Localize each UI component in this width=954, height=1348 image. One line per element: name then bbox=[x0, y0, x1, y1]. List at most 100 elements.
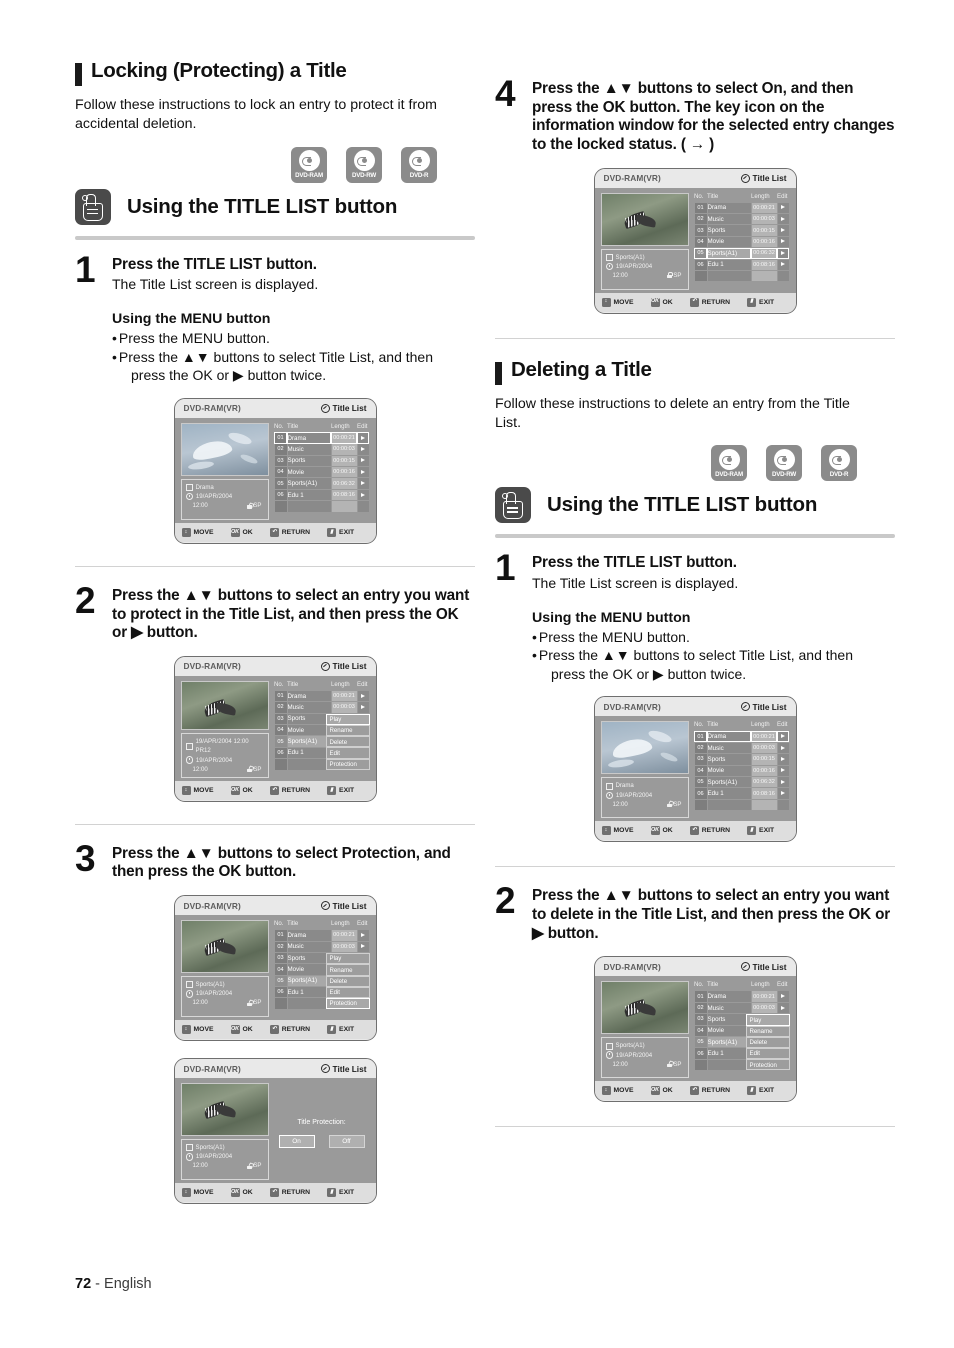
info-mode: SP bbox=[253, 1162, 262, 1170]
popup-item-play[interactable]: Play bbox=[325, 713, 370, 726]
protection-on-button[interactable]: On bbox=[278, 1135, 315, 1149]
popup-item-edit[interactable]: Edit bbox=[325, 986, 370, 998]
lock-icon bbox=[666, 272, 674, 279]
table-row[interactable]: 01 Drama 00:00:21 bbox=[273, 929, 370, 942]
osd-move-hint: ↕ MOVE bbox=[181, 785, 214, 795]
info-time: 12:00 bbox=[612, 271, 628, 279]
table-row[interactable]: 04 Movie 00:00:16 bbox=[693, 235, 790, 249]
table-row[interactable]: 06 Edu 1 00:08:16 bbox=[693, 787, 790, 800]
popup-item-protection[interactable]: Protection bbox=[745, 1059, 790, 1071]
step-number: 3 bbox=[75, 837, 96, 879]
osd-exit-hint: ▮ EXIT bbox=[327, 527, 354, 537]
osd-source: DVD-RAM(VR) bbox=[603, 701, 661, 712]
disc-glyph bbox=[828, 448, 850, 470]
dvd-r-label: DVD-R bbox=[409, 172, 429, 180]
info-time: 12:00 bbox=[192, 999, 208, 1007]
table-row[interactable]: 01 Drama 00:00:21 bbox=[693, 990, 790, 1003]
osd-header: DVD-RAM(VR) Title List bbox=[174, 398, 376, 418]
info-title: Sports(A1) bbox=[615, 1042, 645, 1050]
table-row[interactable]: 04 Movie 00:00:16 bbox=[273, 466, 370, 479]
step-1-right: 1 Press the TITLE LIST button. The Title… bbox=[495, 549, 895, 683]
table-row[interactable]: 05 Sports(A1) 00:06:32 bbox=[693, 247, 790, 260]
left-column: Locking (Protecting) a Title Follow thes… bbox=[75, 59, 475, 1205]
menu-block-heading: Using the MENU button bbox=[112, 311, 271, 328]
table-row[interactable]: 03 Sports 00:00:15 bbox=[273, 454, 370, 468]
osd-title-list-label: Title List bbox=[320, 901, 367, 911]
popup-item-play[interactable]: Play bbox=[745, 1014, 790, 1026]
exit-key-icon: ▮ bbox=[327, 527, 337, 537]
protection-off-button[interactable]: Off bbox=[328, 1135, 365, 1149]
osd-screenshot-1: DVD-RAM(VR) Title List Drama 19/APR/2004… bbox=[75, 397, 475, 544]
popup-item-delete[interactable]: Delete bbox=[325, 975, 370, 987]
dvd-ram-icon: DVD-RAM bbox=[711, 445, 747, 482]
step-3-left: 3 Press the ▲▼ buttons to select Protect… bbox=[75, 837, 475, 882]
table-row-empty bbox=[273, 500, 370, 513]
table-row[interactable]: 03 Sports 00:00:15 bbox=[693, 224, 790, 237]
table-row[interactable]: 04 Movie 00:00:16 bbox=[693, 764, 790, 778]
popup-item-rename[interactable]: Rename bbox=[745, 1025, 790, 1037]
osd-title-list-label: Title List bbox=[320, 403, 367, 413]
popup-item-play[interactable]: Play bbox=[325, 953, 370, 965]
osd-title-list-label: Title List bbox=[740, 702, 787, 712]
table-row[interactable]: 05 Sports(A1) 00:06:32 bbox=[693, 776, 790, 789]
table-row[interactable]: 06 Edu 1 00:08:16 bbox=[273, 488, 370, 502]
play-arrow-icon bbox=[361, 435, 365, 440]
osd-source: DVD-RAM(VR) bbox=[603, 173, 661, 184]
table-row[interactable]: 03 Sports 00:00:15 bbox=[693, 753, 790, 766]
table-row[interactable]: 05 Sports(A1) 00:06:32 bbox=[273, 477, 370, 490]
osd-popup-menu: Play Rename Delete Edit Protection bbox=[325, 713, 370, 770]
info-mode: SP bbox=[673, 1060, 682, 1068]
popup-item-delete[interactable]: Delete bbox=[745, 1036, 790, 1049]
osd-title-list-label: Title List bbox=[320, 661, 367, 671]
osd-return-hint: ↶ RETURN bbox=[269, 785, 310, 795]
table-row[interactable]: 01 Drama 00:00:21 bbox=[693, 201, 790, 215]
osd-info-panel: Sports(A1) 19/APR/2004 12:00 SP bbox=[180, 976, 269, 1018]
osd-return-hint: ↶ RETURN bbox=[269, 1025, 310, 1035]
section-intro: Follow these instructions to delete an e… bbox=[495, 395, 850, 431]
step-title: Press the ▲▼ buttons to select Protectio… bbox=[112, 844, 451, 881]
info-title: Sports(A1) bbox=[195, 1144, 225, 1152]
info-mode: SP bbox=[253, 999, 262, 1007]
title-list-icon bbox=[320, 1064, 330, 1074]
popup-item-rename[interactable]: Rename bbox=[325, 725, 370, 737]
osd-source: DVD-RAM(VR) bbox=[183, 403, 241, 414]
popup-item-edit[interactable]: Edit bbox=[325, 747, 370, 759]
popup-item-edit[interactable]: Edit bbox=[745, 1048, 790, 1060]
popup-item-delete[interactable]: Delete bbox=[325, 736, 370, 748]
table-row[interactable]: 02 Music 00:00:03 bbox=[693, 212, 790, 226]
table-row[interactable]: 01 Drama 00:00:21 bbox=[273, 689, 370, 703]
table-row[interactable]: 01 Drama 00:00:21 bbox=[273, 431, 370, 445]
popup-item-protection[interactable]: Protection bbox=[325, 997, 370, 1010]
table-row[interactable]: 01 Drama 00:00:21 bbox=[693, 730, 790, 743]
title-list-banner-left: Using the TITLE LIST button bbox=[75, 188, 475, 225]
osd-exit-hint: ▮ EXIT bbox=[747, 1086, 774, 1096]
table-row[interactable]: 02 Music 00:00:03 bbox=[693, 741, 790, 755]
step-1-left: 1 Press the TITLE LIST button. The Title… bbox=[75, 248, 475, 385]
osd-bottom-bar: ↕ MOVE OK OK ↶ RETURN ▮ EXIT bbox=[174, 780, 376, 800]
title-icon bbox=[185, 483, 193, 491]
section-heading-deleting: Deleting a Title bbox=[495, 358, 895, 385]
table-row[interactable]: 02 Music 00:00:03 bbox=[273, 940, 370, 953]
info-title: Drama bbox=[615, 782, 634, 790]
info-title: 19/APR/2004 12:00 PR12 bbox=[195, 738, 249, 755]
table-row[interactable]: 02 Music 00:00:03 bbox=[273, 701, 370, 714]
popup-item-protection[interactable]: Protection bbox=[325, 758, 370, 770]
tv-screen: DVD-RAM(VR) Title List Sports(A1) 19/APR… bbox=[173, 1058, 377, 1205]
table-row[interactable]: 02 Music 00:00:03 bbox=[273, 443, 370, 456]
table-row[interactable]: 02 Music 00:00:03 bbox=[693, 1001, 790, 1015]
popup-item-rename[interactable]: Rename bbox=[325, 964, 370, 976]
table-row[interactable]: 06 Edu 1 00:08:16 bbox=[693, 258, 790, 271]
banner-label: Using the TITLE LIST button bbox=[127, 194, 398, 218]
osd-screenshot-2: DVD-RAM(VR) Title List 19/APR/2004 12:00… bbox=[75, 655, 475, 802]
dvd-ram-icon: DVD-RAM bbox=[291, 146, 327, 183]
banner-label: Using the TITLE LIST button bbox=[547, 493, 818, 517]
unlock-icon bbox=[666, 800, 676, 808]
menu-block-heading: Using the MENU button bbox=[532, 609, 691, 626]
title-icon bbox=[185, 981, 193, 989]
step-number: 1 bbox=[75, 248, 96, 290]
divider bbox=[495, 1126, 895, 1128]
osd-info-panel: Drama 19/APR/2004 12:00 SP bbox=[600, 777, 689, 819]
step-title: Press the TITLE LIST button. bbox=[112, 255, 317, 273]
osd-info-panel: Drama 19/APR/2004 12:00 SP bbox=[180, 478, 269, 520]
step-subtitle: The Title List screen is displayed. bbox=[532, 574, 739, 591]
